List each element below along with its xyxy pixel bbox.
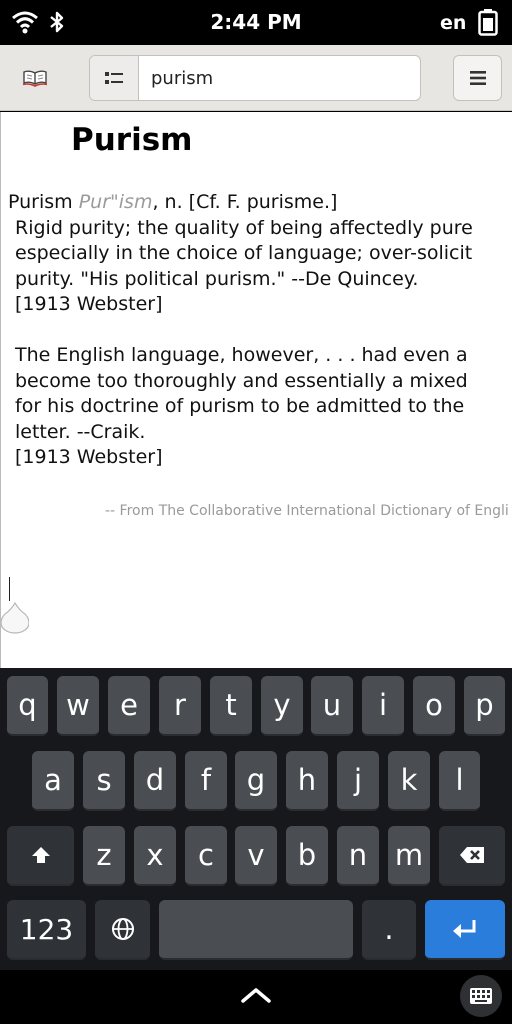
definition-line: especially in the choice of language; ov… [15,242,473,264]
definition-line: [1913 Webster] [15,293,163,315]
key-j[interactable]: j [337,751,379,811]
key-s[interactable]: s [83,751,125,811]
list-mode-icon [105,72,123,84]
shift-icon [31,847,50,863]
on-screen-keyboard: q w e r t y u i o p a s d f g h j k l z … [0,668,512,970]
key-w[interactable]: w [57,676,99,736]
quote-line: letter. --Craik. [15,420,146,443]
definition-line: Rigid purity; the quality of being affec… [15,216,473,239]
definition-text: Purism Pur"ism, n. [Cf. F. purisme.] Rig… [8,190,512,471]
grammar-note: , n. [Cf. F. purisme.] [152,191,338,213]
key-h[interactable]: h [286,751,328,811]
shift-key[interactable] [7,826,74,886]
search-box [89,55,421,101]
key-z[interactable]: z [83,826,125,886]
clock: 2:44 PM [210,10,302,34]
enter-key[interactable] [425,900,505,960]
key-n[interactable]: n [337,826,379,886]
keyboard-toggle-button[interactable] [460,975,502,1017]
selection-handle[interactable] [1,602,29,634]
backspace-icon [460,847,484,863]
book-icon [22,70,48,87]
period-key[interactable]: . [362,900,416,960]
navigation-bar [0,970,512,1024]
quote-line: become too thoroughly and essentially a … [15,369,468,392]
key-a[interactable]: a [32,751,74,811]
key-d[interactable]: d [134,751,176,811]
header-toolbar [0,45,512,111]
key-k[interactable]: k [388,751,430,811]
enter-icon [453,920,476,938]
dictionary-source: -- From The Collaborative International … [105,503,509,519]
dictionaries-button[interactable] [12,59,58,97]
key-e[interactable]: e [108,676,150,736]
key-f[interactable]: f [185,751,227,811]
key-r[interactable]: r [159,676,201,736]
key-g[interactable]: g [235,751,277,811]
definition-view[interactable]: Purism Purism Pur"ism, n. [Cf. F. purism… [0,112,512,668]
key-l[interactable]: l [439,751,480,811]
space-key[interactable] [159,900,353,960]
key-u[interactable]: u [311,676,353,736]
key-q[interactable]: q [7,676,48,736]
headword: Purism [8,191,73,213]
search-input[interactable] [139,56,420,100]
text-cursor [9,577,10,601]
pronunciation: Pur"ism [78,191,153,213]
key-m[interactable]: m [388,826,430,886]
language-key[interactable] [95,900,150,960]
input-language[interactable]: en [440,12,466,34]
numbers-key[interactable]: 123 [7,900,86,960]
menu-button[interactable] [453,55,502,101]
key-t[interactable]: t [210,676,252,736]
hamburger-menu-icon [469,71,486,85]
key-o[interactable]: o [413,676,455,736]
key-p[interactable]: p [464,676,505,736]
key-y[interactable]: y [261,676,303,736]
entry-title: Purism [71,122,193,158]
quote-line: The English language, however, . . . had… [15,344,468,366]
keyboard-icon [470,988,492,1004]
lookup-mode-button[interactable] [90,56,139,100]
battery-icon [478,9,498,36]
backspace-key[interactable] [439,826,505,886]
globe-icon [111,918,134,940]
key-c[interactable]: c [185,826,227,886]
key-i[interactable]: i [362,676,404,736]
chevron-up-icon[interactable] [240,984,272,1006]
quote-line: [1913 Webster] [15,446,163,468]
status-bar: 2:44 PM en [0,0,512,45]
key-x[interactable]: x [134,826,176,886]
definition-line: purity. "His political purism." --De Qui… [15,267,419,290]
key-v[interactable]: v [235,826,277,886]
quote-line: for his doctrine of purism to be admitte… [15,395,465,417]
key-b[interactable]: b [286,826,328,886]
